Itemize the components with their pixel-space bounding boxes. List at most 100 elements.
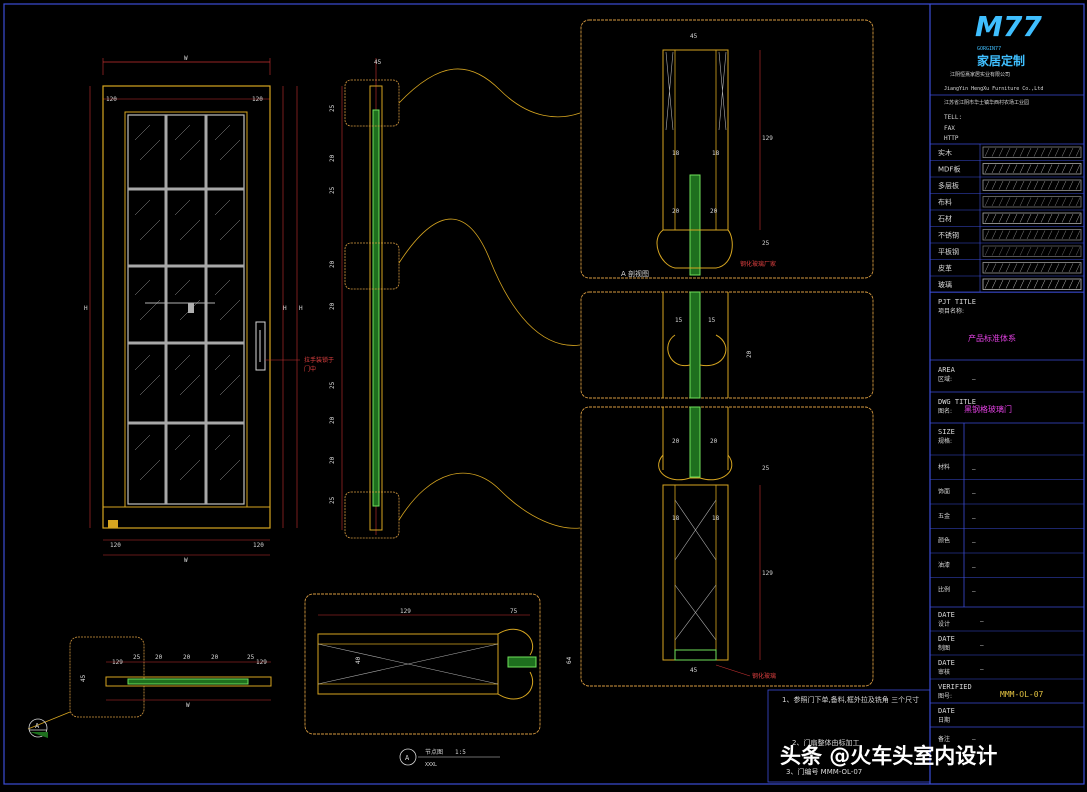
last-date-cn: 日期 <box>938 716 950 724</box>
remarks-label: 备注 <box>938 735 950 743</box>
section-a-label: A 剖视图 <box>621 269 649 278</box>
date-label: DATE <box>938 659 955 667</box>
svg-text:25: 25 <box>329 496 336 504</box>
verified-cn: 图号: <box>938 693 952 700</box>
spec-row-label: 颜色 <box>938 537 950 545</box>
node-dim-64: 64 <box>566 656 573 664</box>
spec-row-label: 饰面 <box>938 488 950 496</box>
dim-129-detail-top: 129 <box>762 135 773 142</box>
area-value: — <box>972 376 976 383</box>
contact-tell: TELL: <box>944 114 962 121</box>
verified-label: VERIFIED <box>938 683 972 691</box>
dim-18-a: 18 <box>672 150 680 157</box>
date-cn: 制图 <box>938 644 950 652</box>
date-value: — <box>980 618 984 625</box>
svg-text:20: 20 <box>329 416 336 424</box>
spec-row-value: — <box>972 589 976 596</box>
dim-129-detail-bottom: 129 <box>762 570 773 577</box>
bottom-note: 钢化玻璃 <box>752 672 776 680</box>
spec-row-value: — <box>972 540 976 547</box>
size-label: SIZE <box>938 428 955 436</box>
cad-drawing-sheet: W 120 120 拉手装锁于 门中 H H H 120 120 W 45 25… <box>0 0 1087 792</box>
dim-120-left: 120 <box>106 96 117 103</box>
address-line: 江苏省江阴市华士镇华西村农场工业园 <box>944 99 1029 106</box>
dim-20-b2: 20 <box>710 438 718 445</box>
svg-text:20: 20 <box>329 456 336 464</box>
area-cn: 区域: <box>938 375 952 383</box>
last-date-label: DATE <box>938 707 955 715</box>
company-cn: 江阴恒熹家居实业有限公司 <box>950 71 1010 78</box>
legend-label: 玻璃 <box>938 280 952 289</box>
plan-dim-20-c: 20 <box>211 654 219 661</box>
dim-18-c: 18 <box>672 515 680 522</box>
node-dim-75: 75 <box>510 608 518 615</box>
logo-text: M77 <box>975 10 1042 43</box>
svg-text:25: 25 <box>329 381 336 389</box>
date-label: DATE <box>938 635 955 643</box>
dim-120-right: 120 <box>252 96 263 103</box>
spec-row-label: 材料 <box>938 463 950 471</box>
company-en: JiangYin HengXu Furniture Co.,Ltd <box>944 86 1043 92</box>
dim-18-b: 18 <box>712 150 720 157</box>
dim-20-mid: 20 <box>746 350 753 358</box>
svg-text:20: 20 <box>329 260 336 268</box>
plan-dim-25-b: 25 <box>247 654 255 661</box>
legend-label: 平板钢 <box>938 247 959 256</box>
dim-w-top: W <box>184 55 188 62</box>
plan-dim-129-a: 129 <box>112 659 123 666</box>
spec-row-label: 油漆 <box>938 561 950 569</box>
legend-label: 实木 <box>938 148 952 157</box>
dwg-title-cn: 图名: <box>938 407 952 415</box>
dim-20-a: 20 <box>672 208 680 215</box>
logo-subtitle: 家居定制 <box>977 53 1025 68</box>
handle-note-2: 门中 <box>304 365 316 373</box>
dim-h-right2: H <box>283 305 287 312</box>
dim-45-detail-top: 45 <box>690 33 698 40</box>
handle-note: 拉手装锁于 <box>304 356 334 364</box>
node-dim-129: 129 <box>400 608 411 615</box>
node-title: 节点图 <box>425 748 443 756</box>
plan-dim-20-a: 20 <box>155 654 163 661</box>
plan-dim-w: W <box>186 702 190 709</box>
dim-25-detail-bottom: 25 <box>762 465 770 472</box>
dim-25-detail-top: 25 <box>762 240 770 247</box>
dim-h-right: H <box>299 305 303 312</box>
watermark: 头条 @火车头室内设计 <box>780 744 997 768</box>
drawing-no: MMM-OL-07 <box>1000 690 1044 699</box>
area-label: AREA <box>938 366 956 374</box>
dim-18-d: 18 <box>712 515 720 522</box>
legend-label: 布料 <box>938 198 952 207</box>
dim-h-left: H <box>84 305 88 312</box>
spec-row-value: — <box>972 491 976 498</box>
plan-dim-25-a: 25 <box>133 654 141 661</box>
dim-15-a: 15 <box>675 317 683 324</box>
date-label: DATE <box>938 611 955 619</box>
dim-120-br: 120 <box>253 542 264 549</box>
plan-dim-45: 45 <box>80 674 87 682</box>
date-value: — <box>980 642 984 649</box>
date-cn: 设计 <box>938 620 950 628</box>
node-dim-40: 40 <box>355 656 362 664</box>
size-cn: 规格: <box>938 437 952 445</box>
plan-dim-129-b: 129 <box>256 659 267 666</box>
spec-row-value: — <box>972 466 976 473</box>
dim-20-b: 20 <box>710 208 718 215</box>
spec-row-value: — <box>972 515 976 522</box>
legend-label: 多层板 <box>938 181 959 190</box>
node-scale: 1:5 <box>455 749 466 756</box>
glass-note: 钢化玻璃厂家 <box>740 260 776 268</box>
dim-20-b1: 20 <box>672 438 680 445</box>
plan-dim-20-b: 20 <box>183 654 191 661</box>
dwg-title-value: 黑钢格玻璃门 <box>964 404 1012 414</box>
pjt-title-cn: 项目名称: <box>938 307 964 315</box>
dim-120-bl: 120 <box>110 542 121 549</box>
node-sub: XXXL <box>425 762 437 768</box>
contact-fax: FAX <box>944 125 955 132</box>
dim-45-side: 45 <box>374 59 382 66</box>
dim-45-detail-bottom: 45 <box>690 667 698 674</box>
legend-label: 石材 <box>938 214 952 223</box>
note-3: 3、门编号 MMM-OL-07 <box>786 767 862 776</box>
remarks-value: — <box>972 736 976 743</box>
svg-text:25: 25 <box>329 186 336 194</box>
spec-row-value: — <box>972 564 976 571</box>
